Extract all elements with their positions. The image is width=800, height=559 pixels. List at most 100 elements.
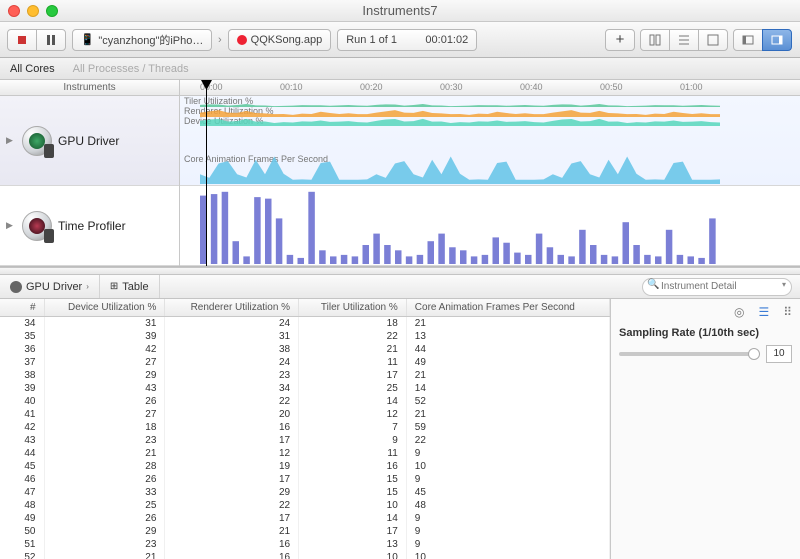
table-cell: 9	[406, 525, 609, 538]
table-cell: 14	[406, 382, 609, 395]
table-cell: 24	[165, 317, 299, 331]
table-cell: 10	[406, 551, 609, 559]
add-button[interactable]: +	[605, 29, 635, 51]
sampling-rate-value[interactable]: 10	[766, 345, 792, 363]
table-cell: 16	[165, 551, 299, 559]
gpu-driver-icon	[22, 126, 52, 156]
chevron-right-icon: ›	[86, 282, 89, 291]
table-row[interactable]: 462617159	[0, 473, 610, 486]
table-row[interactable]: 4026221452	[0, 395, 610, 408]
data-table: #Device Utilization %Renderer Utilizatio…	[0, 299, 610, 559]
window-title: Instruments7	[0, 3, 800, 18]
filter-processes[interactable]: All Processes / Threads	[73, 63, 189, 75]
pause-button[interactable]	[36, 29, 66, 51]
table-cell: 40	[0, 395, 44, 408]
table-row[interactable]: 442112119	[0, 447, 610, 460]
inspector-tab-display[interactable]: ☰	[758, 305, 769, 319]
table-row[interactable]: 4825221048	[0, 499, 610, 512]
chevron-right-icon: ›	[218, 34, 222, 46]
record-button[interactable]	[7, 29, 37, 51]
table-cell: 18	[299, 317, 407, 331]
table-cell: 17	[165, 473, 299, 486]
table-cell: 52	[406, 395, 609, 408]
instrument-time-profiler[interactable]: ▶ Time Profiler	[0, 186, 179, 266]
panel-toggle-segment	[734, 29, 792, 51]
view-list-button[interactable]	[669, 29, 699, 51]
instruments-header: Instruments	[0, 80, 179, 96]
inspector-tab-record[interactable]: ◎	[734, 305, 744, 319]
view-detail-button[interactable]	[698, 29, 728, 51]
timeline-ruler[interactable]: 00:0000:1000:2000:3000:4000:5001:00	[180, 80, 800, 96]
table-cell: 20	[165, 408, 299, 421]
table-row[interactable]: 4528191610	[0, 460, 610, 473]
target-device-chip[interactable]: 📱 "cyanzhong"的iPho…	[72, 29, 212, 51]
target-app-chip[interactable]: QQKSong.app	[228, 29, 332, 51]
playhead[interactable]	[206, 80, 207, 266]
right-panel-toggle[interactable]	[762, 29, 792, 51]
window-minimize[interactable]	[27, 5, 39, 17]
inspector-panel: ◎ ☰ ⠿ Sampling Rate (1/10th sec) 10	[610, 299, 800, 559]
table-cell: 21	[406, 317, 609, 331]
table-cell: 33	[44, 486, 165, 499]
table-cell: 35	[0, 330, 44, 343]
inspector-tab-extended[interactable]: ⠿	[783, 305, 792, 319]
table-cell: 29	[44, 369, 165, 382]
column-header[interactable]: #	[0, 299, 44, 317]
table-row[interactable]: 432317922	[0, 434, 610, 447]
detail-crumb-instrument[interactable]: GPU Driver ›	[0, 275, 100, 298]
target-app-label: QQKSong.app	[251, 34, 323, 46]
run-status[interactable]: Run 1 of 1 00:01:02	[337, 29, 477, 51]
table-cell: 34	[0, 317, 44, 331]
table-row[interactable]: 3829231721	[0, 369, 610, 382]
view-mode-segment	[641, 29, 728, 51]
column-header[interactable]: Core Animation Frames Per Second	[406, 299, 609, 317]
table-row[interactable]: 5221161010	[0, 551, 610, 559]
column-header[interactable]: Device Utilization %	[44, 299, 165, 317]
table-row[interactable]: 3431241821	[0, 317, 610, 331]
column-header[interactable]: Tiler Utilization %	[299, 299, 407, 317]
table-cell: 38	[0, 369, 44, 382]
view-strategy-button[interactable]	[640, 29, 670, 51]
window-zoom[interactable]	[46, 5, 58, 17]
run-time: 00:01:02	[425, 34, 468, 46]
table-row[interactable]: 4127201221	[0, 408, 610, 421]
ruler-tick: 00:10	[280, 82, 303, 92]
disclosure-icon[interactable]: ▶	[6, 135, 16, 146]
table-cell: 17	[165, 434, 299, 447]
filter-cores[interactable]: All Cores	[10, 63, 55, 75]
table-cell: 9	[299, 434, 407, 447]
table-row[interactable]: 3642382144	[0, 343, 610, 356]
table-cell: 14	[299, 395, 407, 408]
search-input[interactable]	[642, 278, 792, 296]
instrument-gpu-driver[interactable]: ▶ GPU Driver	[0, 96, 179, 186]
table-row[interactable]: 4733291545	[0, 486, 610, 499]
table-cell: 21	[44, 447, 165, 460]
window-close[interactable]	[8, 5, 20, 17]
table-cell: 7	[299, 421, 407, 434]
table-cell: 27	[44, 356, 165, 369]
disclosure-icon[interactable]: ▶	[6, 220, 16, 231]
table-cell: 10	[406, 460, 609, 473]
column-header[interactable]: Renderer Utilization %	[165, 299, 299, 317]
sampling-rate-slider[interactable]	[619, 352, 760, 356]
table-cell: 42	[44, 343, 165, 356]
table-row[interactable]: 3943342514	[0, 382, 610, 395]
left-panel-toggle[interactable]	[733, 29, 763, 51]
detail-crumb-view[interactable]: ⊞ Table	[100, 275, 160, 298]
table-cell: 29	[44, 525, 165, 538]
table-cell: 29	[165, 486, 299, 499]
table-row[interactable]: 3727241149	[0, 356, 610, 369]
crumb-view-label: Table	[122, 281, 148, 293]
table-cell: 36	[0, 343, 44, 356]
data-table-area[interactable]: #Device Utilization %Renderer Utilizatio…	[0, 299, 610, 559]
table-row[interactable]: 421816759	[0, 421, 610, 434]
table-row[interactable]: 492617149	[0, 512, 610, 525]
splitter[interactable]	[0, 267, 800, 275]
gpu-graph-area[interactable]: Tiler Utilization % Renderer Utilization…	[180, 96, 800, 186]
timeprofiler-graph-area[interactable]	[180, 186, 800, 266]
table-cell: 41	[0, 408, 44, 421]
table-row[interactable]: 502921179	[0, 525, 610, 538]
table-row[interactable]: 512316139	[0, 538, 610, 551]
table-cell: 48	[0, 499, 44, 512]
table-row[interactable]: 3539312213	[0, 330, 610, 343]
